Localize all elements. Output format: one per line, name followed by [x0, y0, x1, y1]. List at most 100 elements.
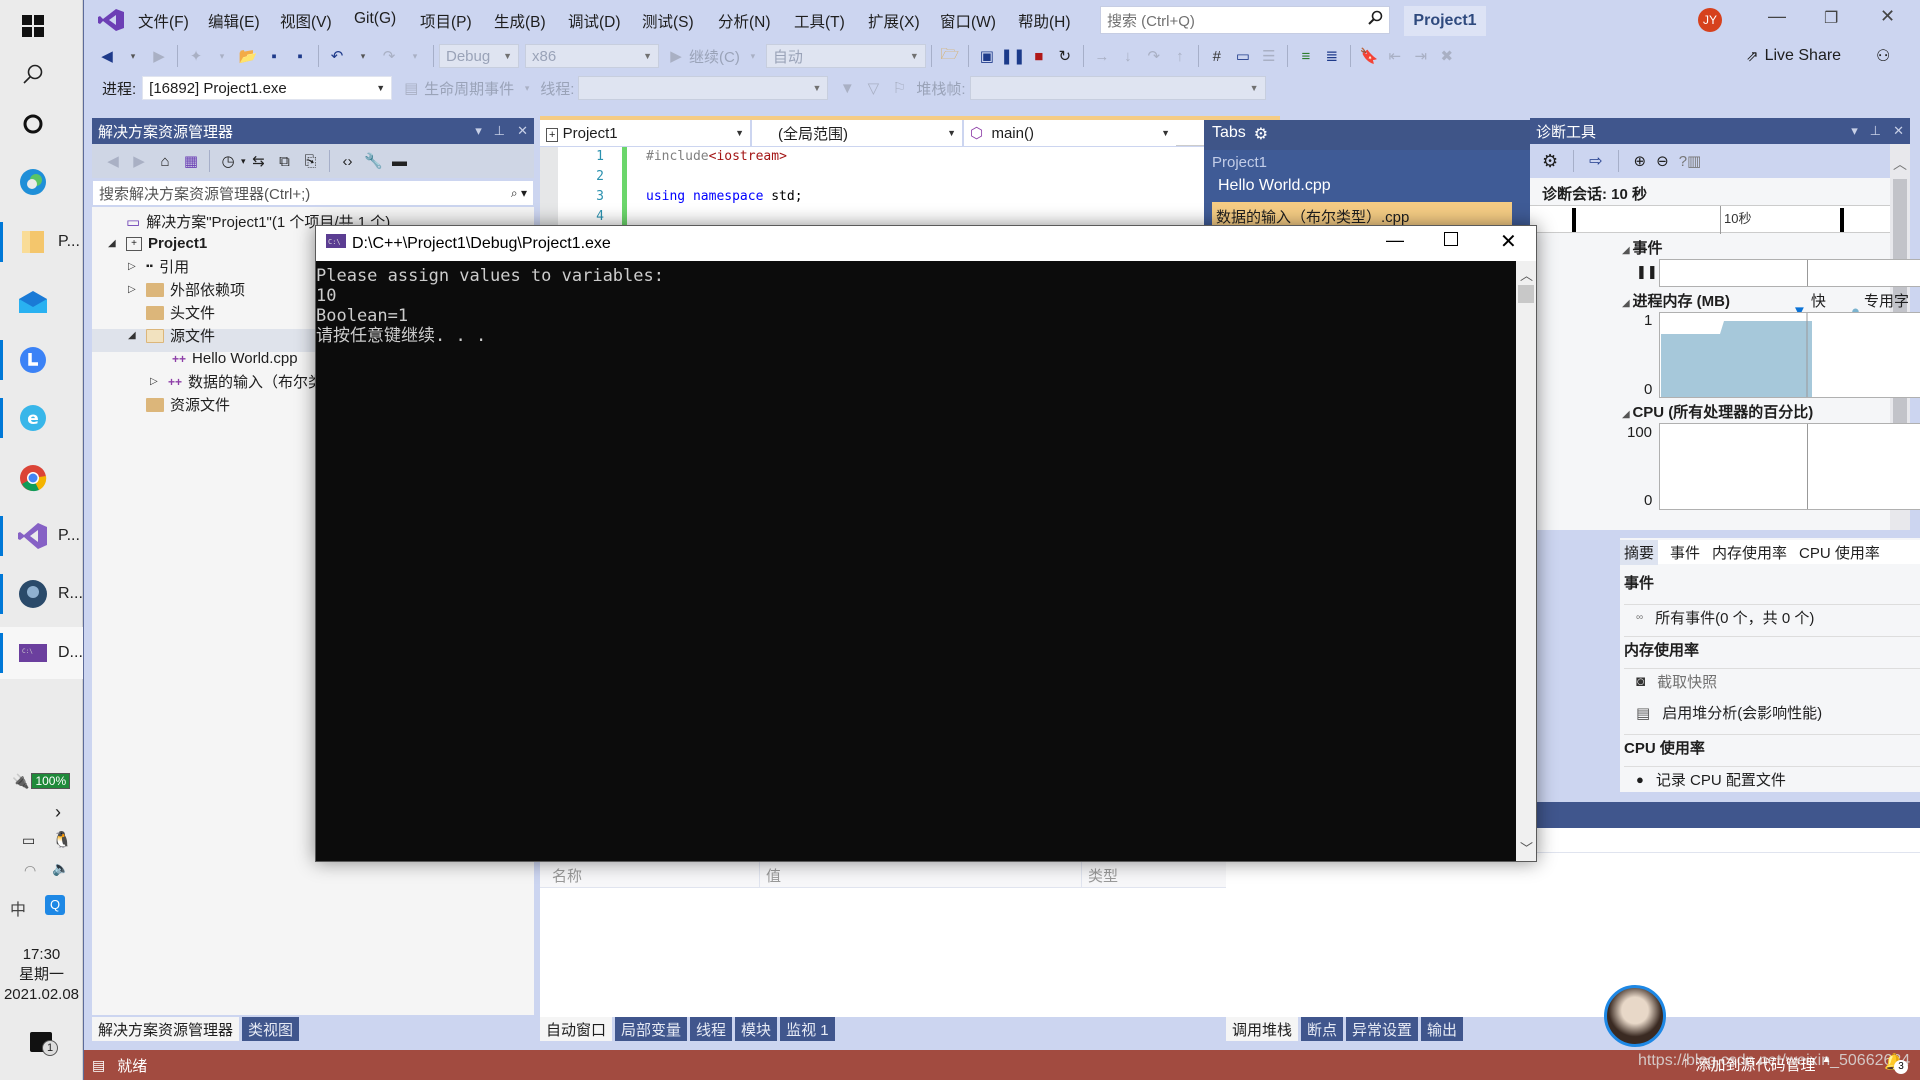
pending-changes-icon[interactable]: ◷	[217, 150, 239, 172]
show-all-files-icon[interactable]: ⎘	[300, 150, 322, 172]
pin-icon[interactable]: ⊥	[1870, 123, 1881, 139]
comment-icon[interactable]: ≡	[1295, 45, 1317, 67]
process-dropdown[interactable]: [16892] Project1.exe ▼	[142, 76, 393, 100]
record-cpu-profile-button[interactable]: ● 记录 CPU 配置文件	[1624, 766, 1920, 790]
code-line[interactable]: 1 #include<iostream>	[540, 147, 1240, 167]
configuration-dropdown[interactable]: Debug ▼	[439, 44, 519, 68]
taskbar-app-e[interactable]: e	[0, 392, 83, 444]
bookmark-icon[interactable]: 🔖	[1358, 45, 1380, 67]
user-avatar[interactable]: JY	[1698, 8, 1722, 32]
forward-icon[interactable]: ▶	[128, 150, 150, 172]
tab-breakpoints[interactable]: 断点	[1301, 1017, 1344, 1041]
uncomment-icon[interactable]: ≣	[1321, 45, 1343, 67]
cortana-button[interactable]	[0, 98, 83, 150]
open-file-icon[interactable]: 📂	[237, 45, 259, 67]
column-name[interactable]: 名称	[540, 862, 760, 887]
console-output[interactable]: Please assign values to variables: 10 Bool…	[316, 261, 1516, 861]
step-out-icon[interactable]: ↑	[1169, 45, 1191, 67]
stackframe-dropdown[interactable]: ▼	[969, 76, 1266, 100]
menu-item[interactable]: 项目(P)	[420, 10, 472, 32]
restart-icon[interactable]: ↻	[1054, 45, 1076, 67]
member-combo[interactable]: ⬡ main() ▼	[964, 120, 1176, 146]
close-icon[interactable]: ✕	[517, 123, 528, 139]
zoom-out-icon[interactable]: ⊖	[1656, 152, 1669, 170]
code-editor[interactable]: 1 #include<iostream> 2 3 using namespace std…	[540, 147, 1260, 227]
project-combo[interactable]: + Project1 ▼	[540, 120, 752, 146]
wifi-icon[interactable]: ◠	[24, 862, 36, 879]
show-hidden-icons-chevron-icon[interactable]: ›	[55, 802, 61, 823]
tree-item-external-deps[interactable]: ▷ 外部依赖项	[128, 278, 245, 301]
app-q-tray-icon[interactable]: Q	[45, 895, 65, 915]
lifecycle-events-button[interactable]: 生命周期事件	[424, 78, 514, 99]
menu-item[interactable]: 调试(D)	[568, 10, 621, 32]
stack-icon[interactable]: ☰	[1258, 45, 1280, 67]
close-icon[interactable]: ✕	[1893, 123, 1904, 139]
diagnostic-icon[interactable]: ▣	[976, 45, 998, 67]
gear-icon[interactable]: ⚙	[1254, 124, 1268, 144]
tab-solution-explorer[interactable]: 解决方案资源管理器	[92, 1017, 240, 1041]
taskbar-search[interactable]	[0, 48, 83, 100]
tab-autos[interactable]: 自动窗口	[540, 1017, 613, 1041]
search-box[interactable]: 搜索 (Ctrl+Q)	[1100, 6, 1390, 34]
continue-button[interactable]: 继续(C)	[689, 46, 740, 67]
export-icon[interactable]: ⇨	[1589, 151, 1602, 171]
taskbar-visual-studio[interactable]: P...	[0, 510, 83, 562]
stop-icon[interactable]: ■	[1028, 45, 1050, 67]
hex-display-icon[interactable]: #	[1206, 45, 1228, 67]
filter-clear-icon[interactable]: ▽	[862, 77, 884, 99]
tree-item-hello-world[interactable]: ++ Hello World.cpp	[172, 347, 298, 370]
live-share-button[interactable]: ⇗ Live Share	[1746, 47, 1841, 65]
restore-button[interactable]: ❐	[1824, 8, 1838, 28]
zoom-in-icon[interactable]: ⊕	[1634, 152, 1647, 170]
heap-profiling-button[interactable]: ▤ 启用堆分析(会影响性能)	[1624, 702, 1920, 723]
taskbar-explorer[interactable]: P...	[0, 216, 83, 268]
taskbar-edge[interactable]	[0, 156, 83, 208]
chart-help-icon[interactable]: ?▥	[1679, 152, 1702, 170]
pin-icon[interactable]: ⊥	[494, 123, 505, 139]
feedback-icon[interactable]: ⚇	[1876, 46, 1890, 66]
start-button[interactable]	[0, 0, 83, 52]
code-line[interactable]: 4	[540, 207, 1240, 227]
taskbar-mail[interactable]	[0, 276, 83, 328]
properties-icon[interactable]: 🔧	[363, 150, 385, 172]
back-icon[interactable]: ◀	[102, 150, 124, 172]
menu-item[interactable]: Git(G)	[354, 10, 396, 28]
tab-cpu-usage[interactable]: CPU 使用率	[1799, 542, 1880, 563]
add-to-source-control-button[interactable]: ↑ 添加到源代码管理 ▲	[1682, 1054, 1831, 1075]
taskbar-app-l[interactable]	[0, 334, 83, 386]
new-project-icon[interactable]: ✦	[185, 45, 207, 67]
timeline-ruler[interactable]: 10秒	[1530, 205, 1890, 234]
view-code-icon[interactable]: ‹›	[337, 150, 359, 172]
take-snapshot-button[interactable]: ◙ 截取快照	[1624, 668, 1920, 692]
tab-summary[interactable]: 摘要	[1620, 539, 1659, 565]
tree-item-project[interactable]: ◢ + Project1	[108, 232, 207, 255]
tree-item-source-files[interactable]: ◢ 源文件	[128, 324, 215, 347]
prev-bookmark-icon[interactable]: ⇤	[1384, 45, 1406, 67]
action-center-icon[interactable]: 1	[30, 1032, 58, 1056]
thread-icon[interactable]: ▭	[1232, 45, 1254, 67]
close-button[interactable]: ✕	[1880, 6, 1895, 27]
redo-icon[interactable]: ↷	[378, 45, 400, 67]
next-bookmark-icon[interactable]: ⇥	[1410, 45, 1432, 67]
menu-item[interactable]: 生成(B)	[494, 10, 546, 32]
tab-output[interactable]: 输出	[1421, 1017, 1464, 1041]
volume-icon[interactable]: 🔈	[52, 860, 69, 877]
menu-item[interactable]: 编辑(E)	[208, 10, 260, 32]
menu-item[interactable]: 工具(T)	[794, 10, 845, 32]
menu-item[interactable]: 分析(N)	[718, 10, 771, 32]
save-icon[interactable]: ▪	[263, 45, 285, 67]
all-events-link[interactable]: ∞ 所有事件(0 个，共 0 个)	[1624, 604, 1920, 628]
menu-item[interactable]: 测试(S)	[642, 10, 694, 32]
switch-views-icon[interactable]: ▦	[180, 150, 202, 172]
minimize-button[interactable]: —	[1768, 6, 1786, 27]
battery-icon[interactable]: ▭	[22, 832, 35, 849]
tab-watch-1[interactable]: 监视 1	[780, 1017, 835, 1041]
tab-item-hello-world[interactable]: Hello World.cpp	[1218, 177, 1331, 195]
code-line[interactable]: 2	[540, 167, 1240, 187]
dropdown-icon[interactable]: ▾	[1851, 123, 1858, 139]
dropdown-icon[interactable]: ▾	[475, 123, 482, 139]
ime-indicator[interactable]: 中	[10, 896, 26, 920]
scope-combo[interactable]: (全局范围) ▼	[752, 120, 964, 146]
taskbar-app-r[interactable]: R...	[0, 568, 83, 620]
clock[interactable]: 17:30 星期一 2021.02.08	[0, 945, 83, 1005]
